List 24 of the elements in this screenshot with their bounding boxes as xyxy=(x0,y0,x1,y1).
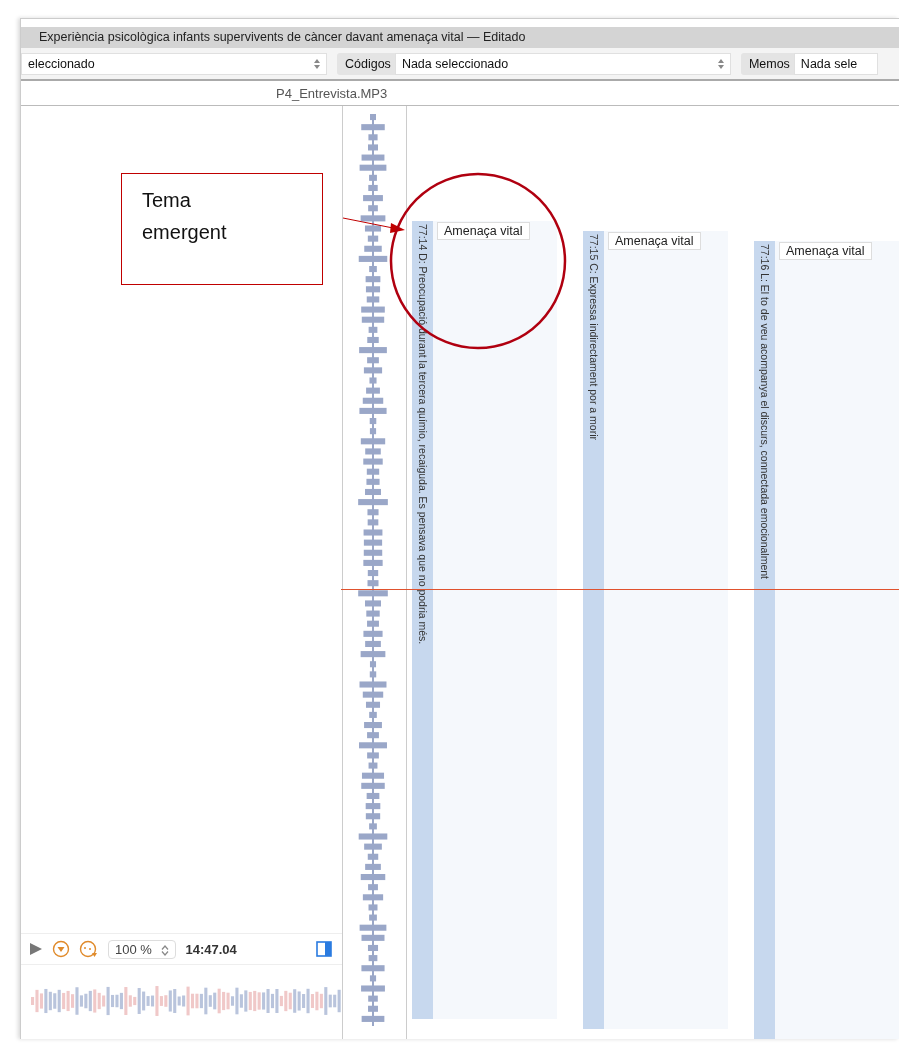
code-tag[interactable]: Amenaça vital xyxy=(608,232,701,250)
window-title: Experiència psicològica infants supervivents de càncer davant amenaça vital — Editado xyxy=(21,27,899,49)
playback-time: 14:47.04 xyxy=(185,941,237,957)
codes-label: Códigos xyxy=(345,56,391,71)
zoom-stepper[interactable]: 100 % xyxy=(108,939,177,959)
dropdown-arrows-icon xyxy=(717,58,724,69)
quotation-bar[interactable]: 77:14 D: Preocupació durant la tercera químio, recaiguda. Es pensava que no podria més. xyxy=(412,221,433,1019)
document-title: P4_Entrevista.MP3 xyxy=(276,85,388,101)
quotation-bar[interactable]: 77:16 L: El to de veu acompanya el discurs, connectada emocionalment xyxy=(754,241,775,1039)
dropdown-arrows-icon xyxy=(314,58,320,69)
memos-dropdown[interactable]: Nada sele xyxy=(793,52,878,75)
loop-circle-icon[interactable] xyxy=(79,940,99,958)
play-icon[interactable] xyxy=(29,942,43,956)
panel-toggle-icon[interactable] xyxy=(316,941,332,957)
quotation-bar[interactable]: 77:15 C: Expressa indirectament por a morir xyxy=(583,231,604,1029)
code-tag[interactable]: Amenaça vital xyxy=(779,242,872,260)
codes-dropdown[interactable]: Nada seleccionado xyxy=(394,52,731,75)
stepper-arrows-icon xyxy=(161,944,170,956)
code-tag[interactable]: Amenaça vital xyxy=(437,222,530,240)
memos-label: Memos xyxy=(748,56,790,71)
annotation-arrow xyxy=(343,216,405,234)
down-circle-icon[interactable] xyxy=(52,940,70,958)
annotation-callout: Tema emergent xyxy=(121,173,323,285)
documents-dropdown[interactable]: eleccionado xyxy=(21,52,327,75)
